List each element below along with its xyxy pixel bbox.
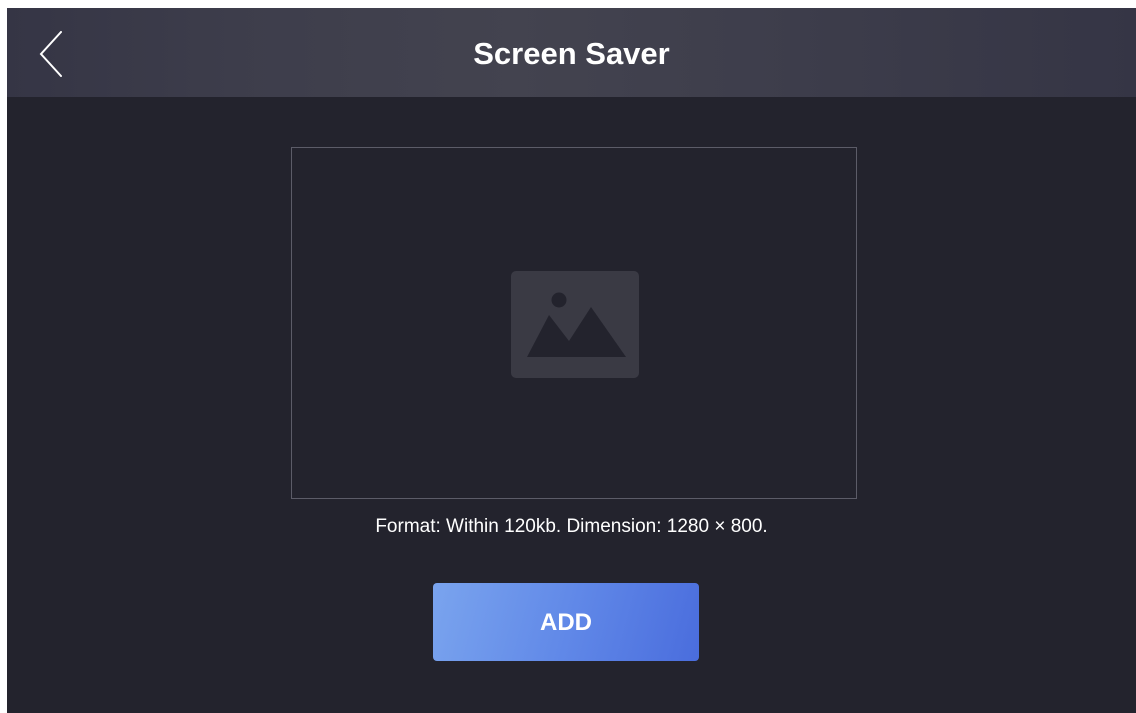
screen-saver-page: Screen Saver Format: Within 120kb. Dimen… [7, 8, 1136, 713]
chevron-left-icon [39, 31, 62, 77]
top-bar: Screen Saver [7, 8, 1136, 97]
add-button[interactable]: ADD [433, 583, 699, 661]
page-title: Screen Saver [473, 36, 670, 71]
back-button[interactable] [25, 22, 77, 84]
screen-saver-preview[interactable] [291, 147, 857, 499]
format-hint: Format: Within 120kb. Dimension: 1280 × … [375, 516, 768, 537]
image-placeholder-icon [511, 271, 639, 378]
